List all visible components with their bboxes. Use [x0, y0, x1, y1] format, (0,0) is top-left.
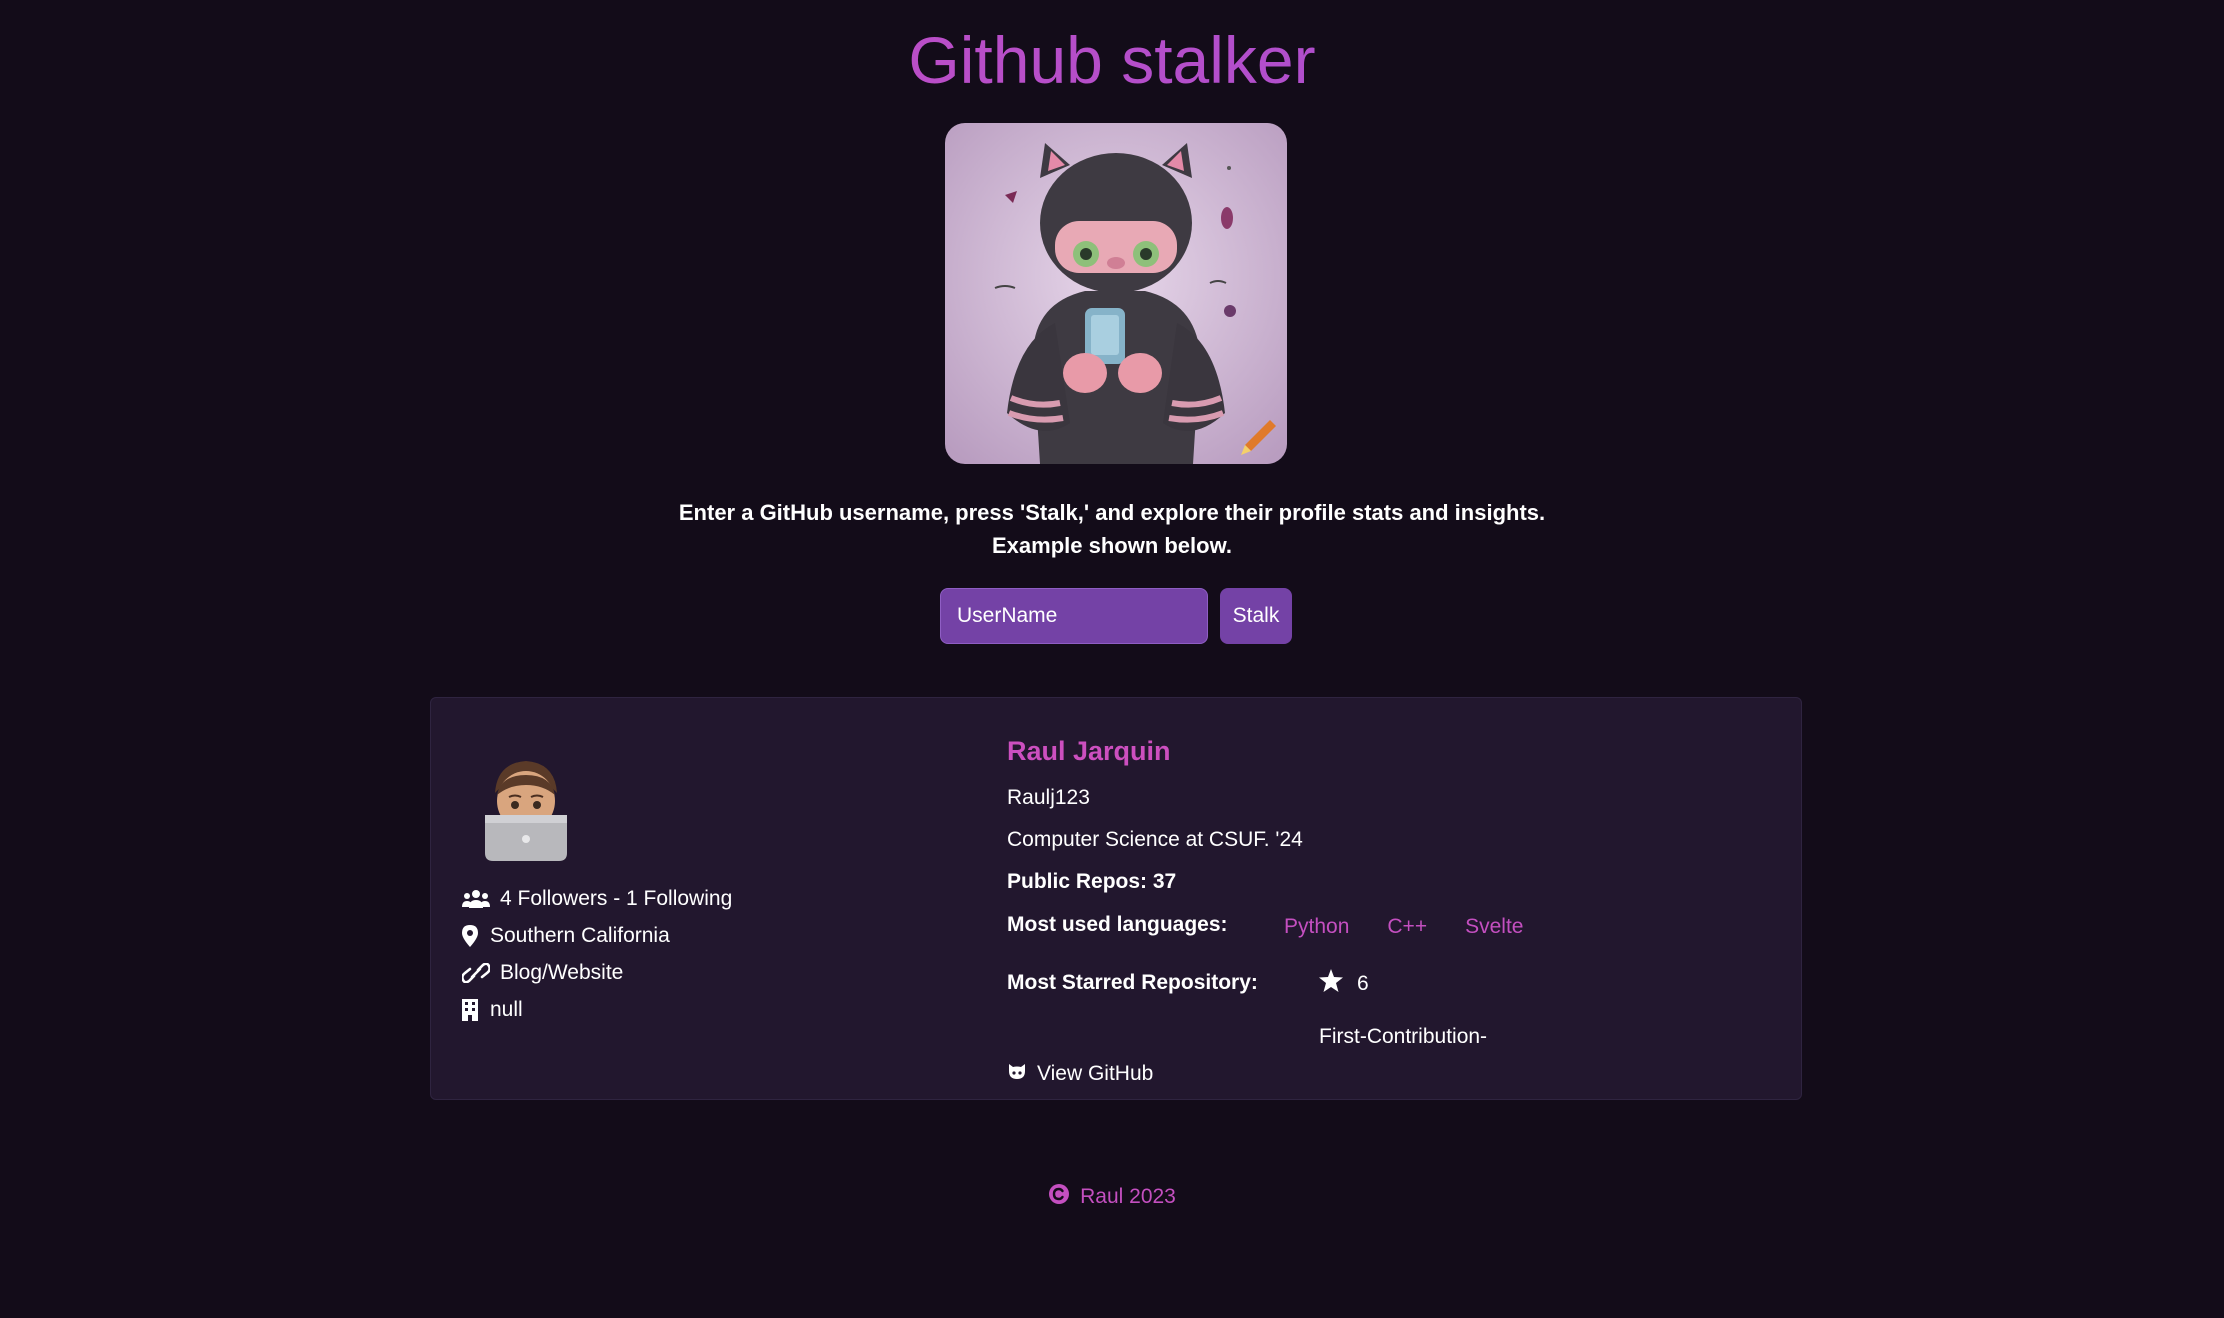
username-input[interactable] — [940, 588, 1208, 644]
language-svelte[interactable]: Svelte — [1465, 915, 1523, 939]
languages-label: Most used languages: — [1007, 913, 1228, 936]
avatar — [481, 753, 571, 863]
blog-link[interactable]: Blog/Website — [500, 961, 623, 985]
intro-line-1: Enter a GitHub username, press 'Stalk,' … — [678, 500, 1546, 525]
location-text: Southern California — [490, 923, 670, 947]
star-icon — [1319, 969, 1343, 998]
languages-list: Python C++ Svelte — [1284, 915, 1523, 939]
language-cpp[interactable]: C++ — [1387, 915, 1427, 939]
github-icon — [1007, 1062, 1027, 1086]
company-text: null — [490, 997, 523, 1021]
profile-bio: Computer Science at CSUF. '24 — [1007, 828, 1303, 851]
followers-text: 4 Followers - 1 Following — [500, 886, 733, 910]
star-count: 6 — [1319, 969, 1369, 998]
users-icon — [462, 887, 492, 911]
profile-username: Raulj123 — [1007, 786, 1090, 809]
view-github-link[interactable]: View GitHub — [1007, 1062, 1153, 1086]
link-icon — [462, 961, 492, 985]
profile-card: 4 Followers - 1 Following Southern Calif… — [430, 697, 1802, 1100]
intro-text: Enter a GitHub username, press 'Stalk,' … — [0, 496, 2224, 562]
profile-name: Raul Jarquin — [1007, 736, 1171, 766]
starred-label: Most Starred Repository: — [1007, 971, 1258, 994]
location-row: Southern California — [462, 917, 732, 954]
followers-row: 4 Followers - 1 Following — [462, 880, 732, 917]
blog-row: Blog/Website — [462, 954, 732, 991]
intro-line-2: Example shown below. — [991, 533, 1232, 558]
search-form: Stalk — [940, 588, 1292, 644]
public-repos: Public Repos: 37 — [1007, 870, 1177, 893]
star-count-value: 6 — [1357, 971, 1369, 995]
page: Github stalker Enter a GitHub username, … — [0, 0, 2224, 1318]
stalk-button[interactable]: Stalk — [1220, 588, 1292, 644]
building-icon — [462, 998, 482, 1022]
profile-details-list: 4 Followers - 1 Following Southern Calif… — [462, 880, 732, 1028]
hero-octocat-image — [945, 123, 1287, 464]
map-pin-icon — [462, 924, 482, 948]
starred-repo-link[interactable]: First-Contribution- — [1319, 1025, 1487, 1049]
footer: Raul 2023 — [0, 1183, 2224, 1211]
language-python[interactable]: Python — [1284, 915, 1349, 939]
copyright-icon — [1048, 1183, 1070, 1211]
view-github-label: View GitHub — [1037, 1062, 1154, 1085]
company-row: null — [462, 991, 732, 1028]
footer-text: Raul 2023 — [1080, 1185, 1176, 1208]
page-title: Github stalker — [0, 22, 2224, 98]
